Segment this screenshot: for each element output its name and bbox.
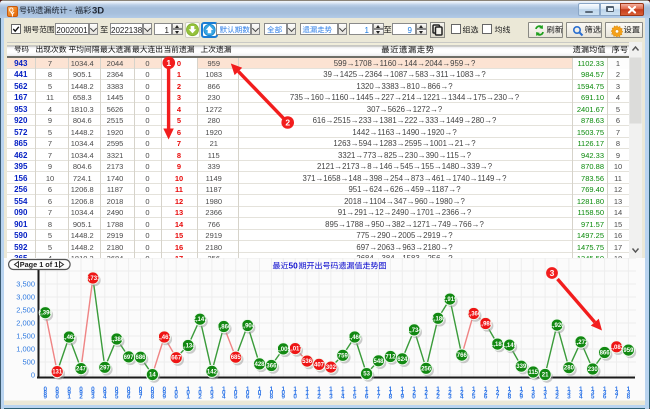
svg-text:120: 120 bbox=[412, 386, 416, 401]
svg-text:121: 121 bbox=[424, 386, 428, 401]
svg-text:126: 126 bbox=[483, 386, 487, 401]
svg-text:866: 866 bbox=[599, 351, 610, 357]
svg-text:129: 129 bbox=[519, 386, 523, 401]
svg-text:339: 339 bbox=[516, 364, 527, 370]
svg-text:407: 407 bbox=[313, 362, 324, 368]
svg-text:2,500: 2,500 bbox=[16, 306, 35, 315]
svg-text:Page 1 of 1: Page 1 of 1 bbox=[19, 260, 58, 269]
svg-text:133: 133 bbox=[567, 386, 571, 401]
svg-text:142: 142 bbox=[206, 369, 217, 375]
svg-text:1,500: 1,500 bbox=[16, 332, 35, 341]
svg-text:548: 548 bbox=[373, 359, 384, 365]
svg-text:102: 102 bbox=[198, 386, 202, 401]
svg-text:104: 104 bbox=[222, 386, 226, 401]
svg-text:113: 113 bbox=[329, 386, 333, 401]
svg-text:667: 667 bbox=[171, 356, 182, 362]
svg-text:125: 125 bbox=[471, 386, 475, 401]
svg-text:759: 759 bbox=[337, 353, 348, 359]
svg-text:697: 697 bbox=[123, 355, 134, 361]
svg-text:128: 128 bbox=[507, 386, 511, 401]
svg-text:112: 112 bbox=[317, 386, 321, 401]
svg-text:124: 124 bbox=[460, 386, 464, 401]
svg-text:110: 110 bbox=[293, 386, 297, 401]
svg-text:712: 712 bbox=[385, 355, 396, 361]
svg-text:122: 122 bbox=[436, 386, 440, 401]
svg-text:130: 130 bbox=[531, 386, 535, 401]
svg-text:123: 123 bbox=[448, 386, 452, 401]
svg-text:3,500: 3,500 bbox=[16, 280, 35, 289]
svg-text:096: 096 bbox=[126, 386, 130, 401]
svg-text:2,000: 2,000 bbox=[16, 319, 35, 328]
svg-text:302: 302 bbox=[325, 365, 336, 371]
svg-text:624: 624 bbox=[397, 357, 408, 363]
svg-text:230: 230 bbox=[587, 367, 598, 373]
svg-text:959: 959 bbox=[623, 348, 634, 354]
svg-text:118: 118 bbox=[388, 386, 392, 401]
svg-text:Y: Y bbox=[10, 12, 15, 18]
svg-text:366: 366 bbox=[266, 364, 277, 370]
svg-text:134: 134 bbox=[579, 386, 583, 401]
svg-text:094: 094 bbox=[103, 386, 107, 401]
svg-text:280: 280 bbox=[563, 366, 574, 372]
svg-text:766: 766 bbox=[456, 353, 467, 359]
svg-text:127: 127 bbox=[495, 386, 499, 401]
svg-text:109: 109 bbox=[281, 386, 285, 401]
svg-text:105: 105 bbox=[233, 386, 237, 401]
svg-text:119: 119 bbox=[400, 386, 404, 401]
svg-text:14: 14 bbox=[149, 373, 156, 379]
svg-text:138: 138 bbox=[626, 386, 630, 401]
svg-text:090: 090 bbox=[55, 386, 59, 401]
svg-text:100: 100 bbox=[174, 386, 178, 401]
svg-text:247: 247 bbox=[75, 367, 86, 373]
svg-text:116: 116 bbox=[364, 386, 368, 401]
svg-text:107: 107 bbox=[257, 386, 261, 401]
svg-text:536: 536 bbox=[302, 359, 313, 365]
svg-text:115: 115 bbox=[528, 370, 538, 376]
svg-text:500: 500 bbox=[22, 358, 35, 367]
svg-text:256: 256 bbox=[421, 366, 432, 372]
svg-text:095: 095 bbox=[114, 386, 118, 401]
svg-text:428: 428 bbox=[254, 362, 265, 368]
svg-text:135: 135 bbox=[590, 386, 594, 401]
svg-text:132: 132 bbox=[555, 386, 559, 401]
svg-text:098: 098 bbox=[150, 386, 154, 401]
svg-text:092: 092 bbox=[79, 386, 83, 401]
svg-text:136: 136 bbox=[602, 386, 606, 401]
svg-text:101: 101 bbox=[186, 386, 190, 401]
svg-text:099: 099 bbox=[162, 386, 166, 401]
svg-text:131: 131 bbox=[52, 370, 63, 376]
svg-text:108: 108 bbox=[269, 386, 273, 401]
svg-text:3,000: 3,000 bbox=[16, 293, 35, 302]
svg-text:117: 117 bbox=[376, 386, 380, 401]
svg-text:685: 685 bbox=[230, 355, 241, 361]
svg-text:115: 115 bbox=[352, 386, 356, 401]
svg-text:097: 097 bbox=[138, 386, 142, 401]
svg-text:53: 53 bbox=[363, 372, 370, 378]
svg-text:093: 093 bbox=[91, 386, 95, 401]
svg-text:091: 091 bbox=[67, 386, 71, 401]
svg-text:297: 297 bbox=[99, 365, 110, 371]
svg-text:21: 21 bbox=[541, 373, 548, 379]
svg-text:089: 089 bbox=[43, 386, 47, 401]
svg-text:1,000: 1,000 bbox=[16, 345, 35, 354]
svg-text:131: 131 bbox=[543, 386, 547, 401]
svg-text:106: 106 bbox=[245, 386, 249, 401]
svg-text:111: 111 bbox=[305, 386, 309, 401]
svg-text:0: 0 bbox=[30, 371, 34, 380]
svg-text:103: 103 bbox=[210, 386, 214, 401]
svg-text:137: 137 bbox=[614, 386, 618, 401]
svg-text:686: 686 bbox=[135, 355, 146, 361]
svg-text:114: 114 bbox=[341, 386, 345, 401]
